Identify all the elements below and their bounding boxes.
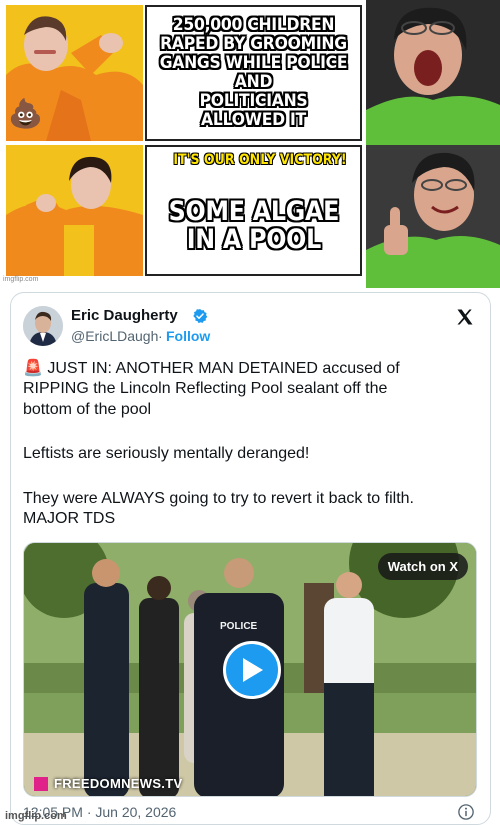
imgflip-watermark: imgflip.com xyxy=(5,810,67,822)
avatar[interactable] xyxy=(23,306,63,346)
meme-image: 💩 250,000 CHILDREN RAPED BY GROOMING GAN… xyxy=(0,0,500,288)
source-watermark-text: FREEDOMNEWS.TV xyxy=(54,776,183,791)
bottom-caption-line: IN A POOL xyxy=(186,223,321,255)
play-button[interactable] xyxy=(223,641,281,699)
top-caption: 250,000 CHILDREN RAPED BY GROOMING GANGS… xyxy=(156,16,352,130)
bottom-caption: SOME ALGAE IN A POOL xyxy=(168,195,339,255)
source-logo-icon xyxy=(34,776,48,791)
video-media[interactable]: POLICE Watch on X FREEDOMNEWS.TV xyxy=(23,542,477,797)
tweet-text-line: They were ALWAYS going to try to revert … xyxy=(23,490,414,507)
author-handle[interactable]: @EricLDaugh xyxy=(71,328,158,344)
top-caption-panel: 250,000 CHILDREN RAPED BY GROOMING GANGS… xyxy=(145,5,362,141)
author-name[interactable]: Eric Daugherty xyxy=(71,307,178,324)
drake-reject-panel: 💩 xyxy=(6,5,143,141)
info-icon[interactable] xyxy=(457,803,475,821)
top-caption-line: 250,000 CHILDREN xyxy=(172,15,335,35)
tweet-text-line: RIPPING the Lincoln Reflecting Pool seal… xyxy=(23,380,388,397)
screaming-photo xyxy=(366,0,500,145)
exclaim-caption: IT'S OUR ONLY VICTORY! xyxy=(173,152,347,168)
separator-dot: · xyxy=(158,328,163,344)
watch-on-x-button[interactable]: Watch on X xyxy=(377,553,468,580)
top-caption-line: GANGS WHILE POLICE AND xyxy=(159,53,348,92)
verified-badge-icon xyxy=(193,309,208,324)
follow-button[interactable]: Follow xyxy=(166,328,210,344)
tweet-text-line: Leftists are seriously mentally deranged… xyxy=(23,445,310,462)
tweet-text-line: MAJOR TDS xyxy=(23,510,116,527)
tweet-text-line: 🚨 JUST IN: ANOTHER MAN DETAINED accused … xyxy=(23,360,400,377)
source-watermark: FREEDOMNEWS.TV xyxy=(34,776,182,791)
top-caption-line: POLITICIANS ALLOWED IT xyxy=(199,91,308,130)
drake-approve-panel xyxy=(6,145,143,276)
tweet-text-line: bottom of the pool xyxy=(23,401,152,418)
top-caption-line: RAPED BY GROOMING xyxy=(160,34,347,54)
tweet-card[interactable]: Eric Daugherty @EricLDaugh · Follow 🚨 JU… xyxy=(10,292,491,825)
thumbs-up-photo xyxy=(366,145,500,288)
police-vest-label: POLICE xyxy=(220,621,258,632)
bottom-caption-line: SOME ALGAE xyxy=(168,195,339,227)
imgflip-watermark: imgflip.com xyxy=(3,276,39,283)
play-icon xyxy=(243,658,263,682)
x-logo-icon[interactable] xyxy=(455,307,475,327)
poop-emoji: 💩 xyxy=(8,98,43,129)
